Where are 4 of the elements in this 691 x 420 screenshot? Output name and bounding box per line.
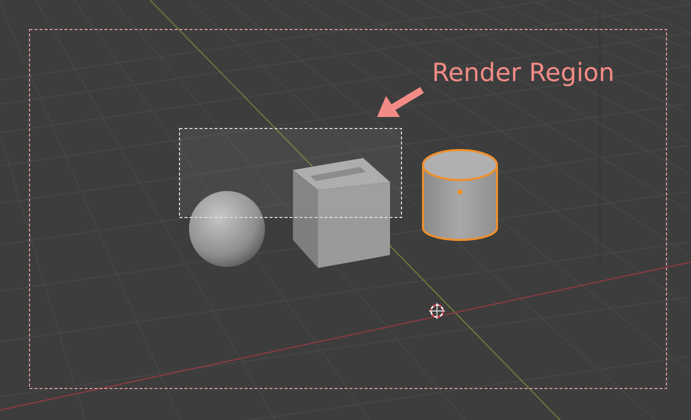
- arrow-icon: [377, 87, 424, 117]
- 3d-cursor-icon: [428, 302, 446, 320]
- annotation-label: Render Region: [432, 58, 615, 87]
- render-region-frame[interactable]: [179, 128, 402, 218]
